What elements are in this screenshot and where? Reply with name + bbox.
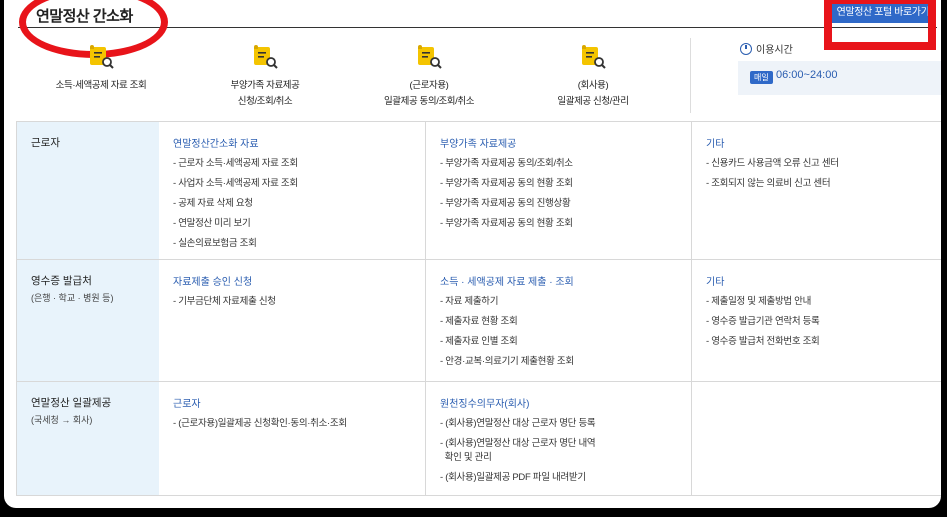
table-cell: 자료제출 승인 신청 - 기부금단체 자료제출 신청: [159, 260, 425, 381]
yearend-portal-button[interactable]: 연말정산 포털 바로가기: [830, 3, 936, 23]
quick-menu-deduction-lookup[interactable]: 소득·세액공제 자료 조회: [16, 44, 186, 94]
table-cell: 기타 - 신용카드 사용금액 오류 신고 센터 - 조회되지 않는 의료비 신고…: [691, 122, 941, 259]
document-search-icon: [254, 45, 278, 69]
page-frame: 연말정산 간소화 연말정산 포털 바로가기 소득·세액공제 자료 조회 부양가족…: [4, 0, 941, 508]
quick-label-1: (근로자용): [409, 80, 449, 91]
document-search-icon: [90, 45, 114, 69]
quick-label-1: 소득·세액공제 자료 조회: [55, 80, 147, 91]
menu-link[interactable]: - 영수증 발급기관 연락처 등록: [706, 312, 820, 332]
table-cell: 원천징수의무자(회사) - (회사용)연말정산 대상 근로자 명단 등록 - (…: [425, 382, 692, 495]
category-link[interactable]: 자료제출 승인 신청: [173, 273, 252, 288]
table-row-bulk-provision: 연말정산 일괄제공 (국세청 → 회사) 근로자 - (근로자용)일괄제공 신청…: [17, 382, 941, 495]
menu-link[interactable]: - 제출자료 현황 조회: [440, 312, 574, 332]
quick-label-2: 신청/조회/취소: [237, 96, 293, 107]
quick-label-1: (회사용): [577, 80, 609, 91]
page-title: 연말정산 간소화: [36, 8, 133, 25]
menu-link[interactable]: - 사업자 소득·세액공제 자료 조회: [173, 174, 298, 194]
menu-link[interactable]: - 부양가족 자료제공 동의 현황 조회: [440, 174, 573, 194]
title-divider: [18, 27, 937, 28]
menu-link[interactable]: - 기부금단체 자료제출 신청: [173, 292, 276, 312]
menu-link[interactable]: - 영수증 발급처 전화번호 조회: [706, 332, 820, 352]
category-link[interactable]: 기타: [706, 273, 724, 288]
service-hours-label: 이용시간: [740, 41, 793, 56]
menu-link[interactable]: - 신용카드 사용금액 오류 신고 센터: [706, 154, 839, 174]
row-header-sub: (국세청 → 회사): [31, 415, 93, 425]
row-header: 근로자: [17, 122, 159, 259]
table-cell: 기타 - 제출일정 및 제출방법 안내 - 영수증 발급기관 연락처 등록 - …: [691, 260, 941, 381]
category-link[interactable]: 부양가족 자료제공: [440, 135, 516, 150]
quick-label-2: 일괄제공 신청/관리: [557, 96, 629, 107]
hours-label-text: 이용시간: [756, 45, 793, 56]
menu-link[interactable]: - 부양가족 자료제공 동의 진행상황: [440, 194, 573, 214]
table-cell: 연말정산간소화 자료 - 근로자 소득·세액공제 자료 조회 - 사업자 소득·…: [159, 122, 425, 259]
quick-label-1: 부양가족 자료제공: [230, 80, 300, 91]
row-header: 영수증 발급처 (은행 · 학교 · 병원 등): [17, 260, 159, 381]
menu-link[interactable]: - 제출자료 인별 조회: [440, 332, 574, 352]
category-link[interactable]: 원천징수의무자(회사): [440, 395, 529, 410]
quick-menu-company-bulk[interactable]: (회사용) 일괄제공 신청/관리: [508, 44, 678, 110]
row-header-title: 영수증 발급처: [31, 275, 92, 287]
daily-badge: 매일: [750, 71, 773, 84]
row-header-sub: (은행 · 학교 · 병원 등): [31, 293, 114, 303]
menu-link[interactable]: - (회사용)연말정산 대상 근로자 명단 등록: [440, 414, 596, 434]
quick-label-2: 일괄제공 동의/조회/취소: [383, 96, 475, 107]
menu-link[interactable]: - 근로자 소득·세액공제 자료 조회: [173, 154, 298, 174]
document-search-icon: [418, 45, 442, 69]
menu-link[interactable]: - 조회되지 않는 의료비 신고 센터: [706, 174, 839, 194]
category-link[interactable]: 기타: [706, 135, 724, 150]
table-cell: 근로자 - (근로자용)일괄제공 신청확인·동의·취소·조회: [159, 382, 425, 495]
table-row-employee: 근로자 연말정산간소화 자료 - 근로자 소득·세액공제 자료 조회 - 사업자…: [17, 122, 941, 260]
table-cell-empty: [691, 382, 941, 495]
menu-link[interactable]: - 부양가족 자료제공 동의/조회/취소: [440, 154, 573, 174]
category-link[interactable]: 연말정산간소화 자료: [173, 135, 259, 150]
menu-link[interactable]: - 공제 자료 삭제 요청: [173, 194, 298, 214]
row-header-title: 근로자: [31, 137, 60, 149]
service-hours-value: 06:00~24:00: [776, 69, 838, 81]
document-search-icon: [582, 45, 606, 69]
menu-link[interactable]: - 자료 제출하기: [440, 292, 574, 312]
category-link[interactable]: 소득 · 세액공제 자료 제출 · 조회: [440, 273, 574, 288]
row-header-title: 연말정산 일괄제공: [31, 397, 112, 409]
service-menu-table: 근로자 연말정산간소화 자료 - 근로자 소득·세액공제 자료 조회 - 사업자…: [16, 121, 941, 496]
menu-link[interactable]: - (회사용)연말정산 대상 근로자 명단 내역 확인 및 관리: [440, 434, 596, 468]
table-row-receipt-issuer: 영수증 발급처 (은행 · 학교 · 병원 등) 자료제출 승인 신청 - 기부…: [17, 260, 941, 382]
category-link[interactable]: 근로자: [173, 395, 201, 410]
menu-link[interactable]: - 부양가족 자료제공 동의 현황 조회: [440, 214, 573, 234]
quick-menu-divider: [690, 38, 691, 113]
table-cell: 부양가족 자료제공 - 부양가족 자료제공 동의/조회/취소 - 부양가족 자료…: [425, 122, 692, 259]
menu-link[interactable]: - 안경·교복·의료기기 제출현황 조회: [440, 352, 574, 372]
menu-link[interactable]: - 실손의료보험금 조회: [173, 234, 298, 254]
service-hours-box: 매일 06:00~24:00: [738, 61, 941, 95]
quick-menu-dependent-data[interactable]: 부양가족 자료제공 신청/조회/취소: [180, 44, 350, 110]
menu-link[interactable]: - 연말정산 미리 보기: [173, 214, 298, 234]
menu-link[interactable]: - (근로자용)일괄제공 신청확인·동의·취소·조회: [173, 414, 347, 434]
quick-menu-employee-bulk[interactable]: (근로자용) 일괄제공 동의/조회/취소: [344, 44, 514, 110]
row-header: 연말정산 일괄제공 (국세청 → 회사): [17, 382, 159, 495]
menu-link[interactable]: - (회사용)일괄제공 PDF 파일 내려받기: [440, 468, 595, 488]
table-cell: 소득 · 세액공제 자료 제출 · 조회 - 자료 제출하기 - 제출자료 현황…: [425, 260, 692, 381]
clock-icon: [740, 43, 752, 55]
menu-link[interactable]: - 제출일정 및 제출방법 안내: [706, 292, 820, 312]
